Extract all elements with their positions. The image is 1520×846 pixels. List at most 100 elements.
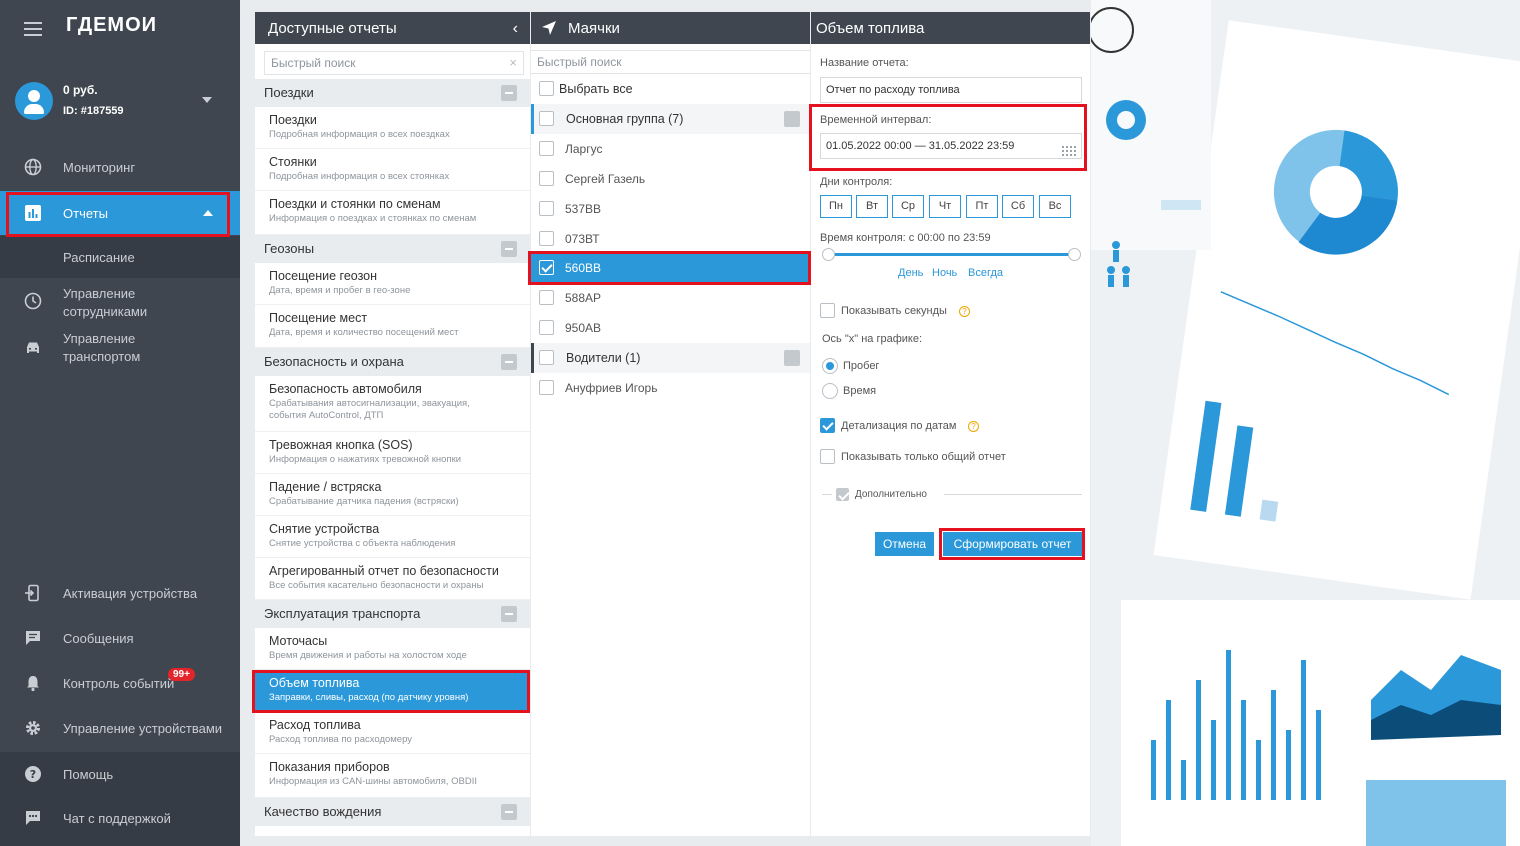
tracker-checkbox[interactable] <box>539 171 554 186</box>
collapse-icon[interactable] <box>501 85 517 101</box>
trackers-search-input[interactable]: Быстрый поиск <box>531 50 810 74</box>
show-seconds-checkbox[interactable] <box>820 303 835 318</box>
day-mon-button[interactable]: Пн <box>820 195 852 218</box>
day-sun-button[interactable]: Вс <box>1039 195 1071 218</box>
report-name-input[interactable]: Отчет по расходу топлива <box>820 77 1082 103</box>
report-item-fuel-volume[interactable]: Объем топлива Заправки, сливы, расход (п… <box>255 670 530 712</box>
link-night[interactable]: Ночь <box>932 267 957 279</box>
help-icon[interactable]: ? <box>968 421 979 432</box>
link-always[interactable]: Всегда <box>968 267 1003 279</box>
nav-monitoring[interactable]: Мониторинг <box>0 145 240 189</box>
help-icon[interactable]: ? <box>959 306 970 317</box>
day-wed-button[interactable]: Ср <box>892 195 924 218</box>
nav-devices[interactable]: Управление устройствами <box>0 706 240 750</box>
driver-row[interactable]: Ануфриев Игорь <box>531 373 810 403</box>
chevron-down-icon[interactable] <box>202 97 212 103</box>
group-checkbox[interactable] <box>539 350 554 365</box>
menu-toggle-icon[interactable] <box>24 22 42 36</box>
tracker-row[interactable]: 073ВТ <box>531 224 810 254</box>
tracker-row[interactable]: 588АР <box>531 283 810 313</box>
category-exploitation[interactable]: Эксплуатация транспорта <box>255 600 530 628</box>
time-slider-start-handle[interactable] <box>822 248 835 261</box>
collapse-icon[interactable] <box>784 350 800 366</box>
additional-toggle[interactable] <box>836 488 849 501</box>
report-item[interactable]: Стоянки Подробная информация о всех стоя… <box>255 149 530 191</box>
group-drivers-row[interactable]: Водители (1) <box>531 343 810 373</box>
tracker-row[interactable]: 537ВВ <box>531 194 810 224</box>
report-item[interactable]: Падение / встряска Срабатывание датчика … <box>255 474 530 516</box>
nav-support[interactable]: Чат с поддержкой <box>0 796 240 840</box>
collapse-icon[interactable] <box>784 111 800 127</box>
nav-reports[interactable]: Отчеты <box>0 191 240 235</box>
chevron-left-icon[interactable]: ‹ <box>513 20 518 38</box>
collapse-icon[interactable] <box>501 804 517 820</box>
select-all-row[interactable]: Выбрать все <box>531 74 810 104</box>
nav-events[interactable]: Контроль событий <box>0 661 240 705</box>
time-slider-end-handle[interactable] <box>1068 248 1081 261</box>
tracker-row[interactable]: Ларгус <box>531 134 810 164</box>
report-item[interactable]: Снятие устройства Снятие устройства с об… <box>255 516 530 558</box>
category-driving[interactable]: Качество вождения <box>255 798 530 826</box>
account-block[interactable]: 0 руб. ID: #187559 <box>0 72 240 132</box>
report-item[interactable]: Безопасность автомобиля Срабатывания авт… <box>255 376 530 432</box>
category-trips[interactable]: Поездки <box>255 79 530 107</box>
day-tue-button[interactable]: Вт <box>856 195 888 218</box>
axis-mileage-radio[interactable] <box>822 358 838 374</box>
select-all-checkbox[interactable] <box>539 81 554 96</box>
tracker-row-selected[interactable]: 560ВВ <box>531 253 810 283</box>
axis-time-radio[interactable] <box>822 383 838 399</box>
nav-messages[interactable]: Сообщения <box>0 616 240 660</box>
report-item[interactable]: Тревожная кнопка (SOS) Информация о нажа… <box>255 432 530 474</box>
report-desc: Расход топлива по расходомеру <box>269 734 413 745</box>
close-icon[interactable]: × <box>509 52 517 74</box>
link-day[interactable]: День <box>898 267 923 279</box>
tracker-row[interactable]: 950АВ <box>531 313 810 343</box>
tracker-checkbox[interactable] <box>539 320 554 335</box>
category-label: Эксплуатация транспорта <box>264 606 421 621</box>
tracker-checkbox[interactable] <box>539 201 554 216</box>
interval-input[interactable]: 01.05.2022 00:00 — 31.05.2022 23:59 <box>820 133 1082 159</box>
nav-transport[interactable]: Управление транспортом <box>0 328 240 368</box>
day-thu-button[interactable]: Чт <box>929 195 961 218</box>
tracker-checkbox[interactable] <box>539 231 554 246</box>
report-item[interactable]: Поездки Подробная информация о всех поез… <box>255 107 530 149</box>
only-total-checkbox[interactable] <box>820 449 835 464</box>
tracker-checkbox-checked[interactable] <box>539 260 554 275</box>
trackers-panel-title: Маячки <box>568 19 620 37</box>
nav-help[interactable]: ? Помощь <box>0 752 240 796</box>
tracker-row[interactable]: Сергей Газель <box>531 164 810 194</box>
avatar <box>15 82 53 120</box>
group-label: Водители (1) <box>566 351 641 365</box>
tracker-checkbox[interactable] <box>539 141 554 156</box>
group-main-row[interactable]: Основная группа (7) <box>531 104 810 134</box>
brand-logo[interactable]: ГДЕМОИ <box>66 14 157 37</box>
tracker-checkbox[interactable] <box>539 290 554 305</box>
day-sat-button[interactable]: Сб <box>1002 195 1034 218</box>
day-fri-button[interactable]: Пт <box>966 195 998 218</box>
report-desc: Дата, время и количество посещений мест <box>269 327 459 338</box>
nav-schedule[interactable]: Расписание <box>0 236 240 278</box>
report-item[interactable]: Посещение геозон Дата, время и пробег в … <box>255 263 530 305</box>
driver-checkbox[interactable] <box>539 380 554 395</box>
group-checkbox[interactable] <box>539 111 554 126</box>
report-item[interactable]: Агрегированный отчет по безопасности Все… <box>255 558 530 600</box>
detail-dates-checkbox[interactable] <box>820 418 835 433</box>
category-geozones[interactable]: Геозоны <box>255 235 530 263</box>
generate-report-button[interactable]: Сформировать отчет <box>943 532 1082 556</box>
calendar-icon[interactable] <box>1062 141 1076 165</box>
time-slider-track[interactable] <box>828 253 1074 256</box>
collapse-icon[interactable] <box>501 241 517 257</box>
nav-staff[interactable]: Управление сотрудниками <box>0 283 240 323</box>
tracker-label: 537ВВ <box>565 202 602 216</box>
report-item[interactable]: Расход топлива Расход топлива по расходо… <box>255 712 530 754</box>
collapse-icon[interactable] <box>501 354 517 370</box>
report-item[interactable]: Посещение мест Дата, время и количество … <box>255 305 530 348</box>
cancel-button[interactable]: Отмена <box>875 532 934 556</box>
report-item[interactable]: Поездки и стоянки по сменам Информация о… <box>255 191 530 235</box>
collapse-icon[interactable] <box>501 606 517 622</box>
report-item[interactable]: Показания приборов Информация из CAN-шин… <box>255 754 530 798</box>
nav-activation[interactable]: Активация устройства <box>0 571 240 615</box>
category-security[interactable]: Безопасность и охрана <box>255 348 530 376</box>
report-item[interactable]: Моточасы Время движения и работы на холо… <box>255 628 530 670</box>
reports-search-input[interactable]: Быстрый поиск × <box>264 51 524 75</box>
